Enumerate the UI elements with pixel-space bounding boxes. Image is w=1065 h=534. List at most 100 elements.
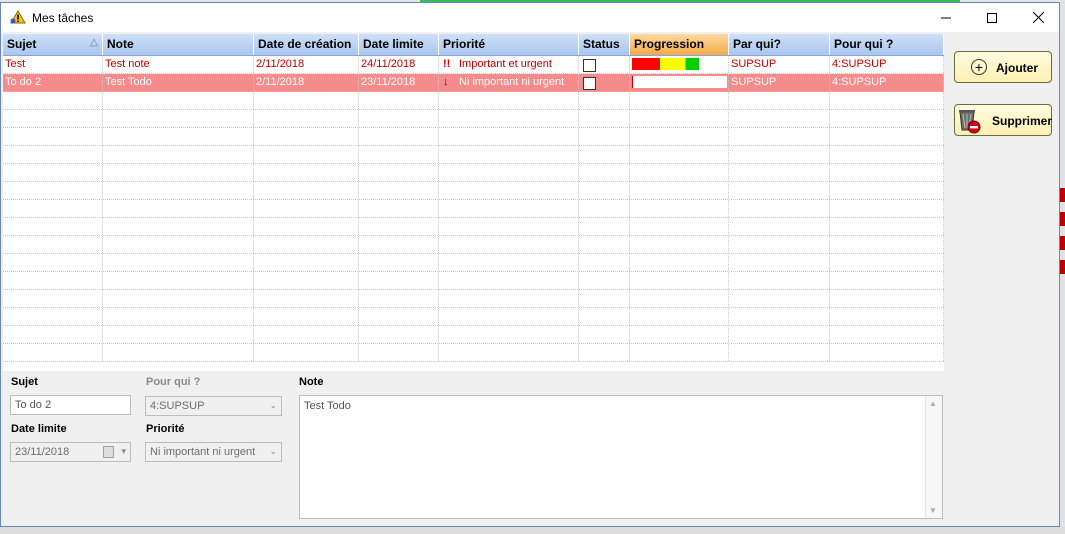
cell-date-creation[interactable]	[254, 254, 359, 271]
priorite-select[interactable]: Ni important ni urgent ⌄	[145, 442, 282, 462]
cell-par-qui[interactable]	[729, 254, 830, 271]
cell-pour-qui[interactable]	[830, 326, 944, 343]
status-checkbox[interactable]	[583, 59, 596, 72]
cell-sujet[interactable]	[3, 146, 103, 163]
cell-par-qui[interactable]	[729, 128, 830, 145]
cell-par-qui[interactable]: SUPSUP	[729, 56, 830, 73]
cell-sujet[interactable]	[3, 182, 103, 199]
cell-sujet[interactable]	[3, 218, 103, 235]
cell-date-limite[interactable]	[359, 92, 439, 109]
cell-date-limite[interactable]	[359, 128, 439, 145]
cell-progression[interactable]	[630, 236, 729, 253]
cell-status[interactable]	[579, 182, 630, 199]
cell-date-limite[interactable]: 24/11/2018	[359, 56, 439, 73]
cell-note[interactable]	[103, 254, 254, 271]
cell-pour-qui[interactable]	[830, 128, 944, 145]
cell-priorite[interactable]	[439, 290, 579, 307]
cell-pour-qui[interactable]	[830, 146, 944, 163]
cell-date-creation[interactable]	[254, 164, 359, 181]
cell-pour-qui[interactable]	[830, 308, 944, 325]
cell-note[interactable]	[103, 164, 254, 181]
cell-sujet[interactable]	[3, 290, 103, 307]
cell-par-qui[interactable]	[729, 344, 830, 361]
cell-progression[interactable]	[630, 92, 729, 109]
cell-date-creation[interactable]	[254, 128, 359, 145]
status-checkbox[interactable]	[583, 77, 596, 90]
column-header-status[interactable]: Status	[579, 34, 630, 55]
cell-date-limite[interactable]	[359, 308, 439, 325]
cell-pour-qui[interactable]	[830, 164, 944, 181]
cell-pour-qui[interactable]	[830, 182, 944, 199]
column-header-date-limite[interactable]: Date limite	[359, 34, 439, 55]
cell-status[interactable]	[579, 146, 630, 163]
delete-button[interactable]: Supprimer	[954, 104, 1052, 136]
cell-priorite[interactable]	[439, 308, 579, 325]
cell-par-qui[interactable]	[729, 308, 830, 325]
column-header-sujet[interactable]: Sujet △	[3, 34, 103, 55]
cell-date-creation[interactable]	[254, 290, 359, 307]
cell-sujet[interactable]: Test	[3, 56, 103, 73]
cell-progression[interactable]	[630, 272, 729, 289]
cell-progression[interactable]	[630, 146, 729, 163]
scroll-up-icon[interactable]: ▲	[929, 399, 937, 408]
cell-status[interactable]	[579, 56, 630, 73]
cell-pour-qui[interactable]	[830, 290, 944, 307]
cell-date-limite[interactable]	[359, 236, 439, 253]
column-header-par-qui[interactable]: Par qui?	[729, 34, 830, 55]
cell-date-creation[interactable]	[254, 200, 359, 217]
cell-priorite[interactable]	[439, 344, 579, 361]
cell-note[interactable]	[103, 128, 254, 145]
cell-date-limite[interactable]	[359, 218, 439, 235]
cell-progression[interactable]	[630, 218, 729, 235]
cell-par-qui[interactable]	[729, 236, 830, 253]
cell-note[interactable]: Test note	[103, 56, 254, 73]
empty-table-row[interactable]	[3, 128, 944, 146]
minimize-button[interactable]	[923, 3, 969, 32]
empty-table-row[interactable]	[3, 164, 944, 182]
cell-sujet[interactable]	[3, 110, 103, 127]
cell-pour-qui[interactable]	[830, 92, 944, 109]
cell-date-creation[interactable]	[254, 182, 359, 199]
cell-progression[interactable]	[630, 326, 729, 343]
cell-priorite[interactable]	[439, 128, 579, 145]
maximize-button[interactable]	[969, 3, 1015, 32]
cell-sujet[interactable]	[3, 272, 103, 289]
cell-sujet[interactable]	[3, 326, 103, 343]
cell-priorite[interactable]	[439, 272, 579, 289]
cell-par-qui[interactable]	[729, 146, 830, 163]
cell-par-qui[interactable]	[729, 218, 830, 235]
pour-qui-select[interactable]: 4:SUPSUP ⌄	[145, 396, 282, 416]
column-header-progression[interactable]: Progression	[630, 34, 729, 55]
cell-sujet[interactable]	[3, 200, 103, 217]
cell-sujet[interactable]	[3, 308, 103, 325]
cell-date-limite[interactable]: 23/11/2018	[359, 74, 439, 91]
cell-par-qui[interactable]	[729, 164, 830, 181]
cell-sujet[interactable]	[3, 344, 103, 361]
cell-status[interactable]	[579, 110, 630, 127]
cell-par-qui[interactable]: SUPSUP	[729, 74, 830, 91]
cell-date-limite[interactable]	[359, 272, 439, 289]
empty-table-row[interactable]	[3, 218, 944, 236]
empty-table-row[interactable]	[3, 272, 944, 290]
cell-status[interactable]	[579, 272, 630, 289]
sujet-input[interactable]: To do 2	[10, 395, 131, 415]
cell-progression[interactable]	[630, 290, 729, 307]
cell-date-limite[interactable]	[359, 254, 439, 271]
cell-par-qui[interactable]	[729, 92, 830, 109]
cell-priorite[interactable]	[439, 92, 579, 109]
cell-progression[interactable]	[630, 164, 729, 181]
cell-date-creation[interactable]	[254, 272, 359, 289]
cell-priorite[interactable]	[439, 254, 579, 271]
cell-priorite[interactable]	[439, 110, 579, 127]
note-textarea[interactable]: Test Todo ▲ ▼	[299, 395, 943, 519]
cell-progression[interactable]	[630, 128, 729, 145]
empty-table-row[interactable]	[3, 110, 944, 128]
cell-date-creation[interactable]	[254, 92, 359, 109]
cell-progression[interactable]	[630, 74, 729, 91]
cell-status[interactable]	[579, 236, 630, 253]
cell-sujet[interactable]	[3, 236, 103, 253]
cell-status[interactable]	[579, 218, 630, 235]
cell-date-creation[interactable]: 2/11/2018	[254, 74, 359, 91]
cell-note[interactable]	[103, 272, 254, 289]
cell-par-qui[interactable]	[729, 110, 830, 127]
